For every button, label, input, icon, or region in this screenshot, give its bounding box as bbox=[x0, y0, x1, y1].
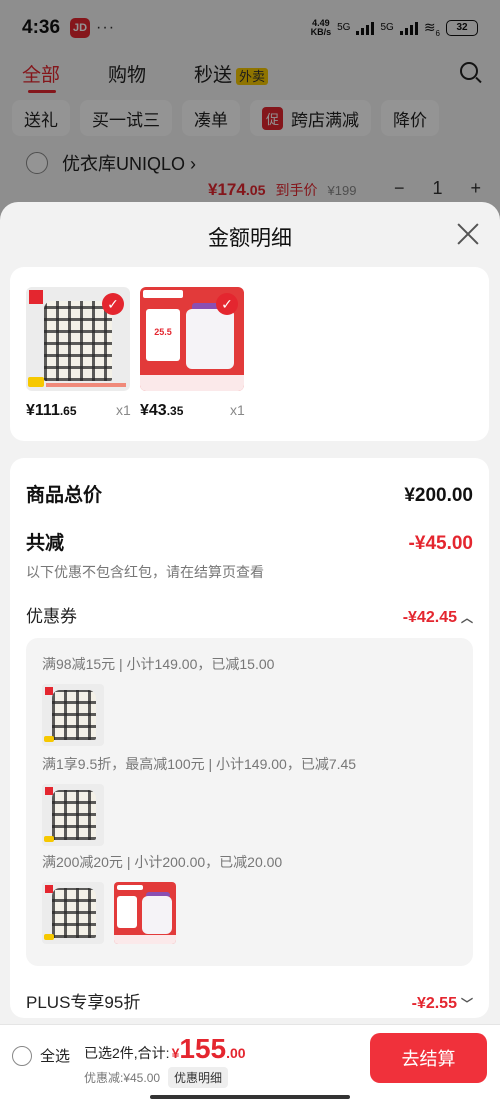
product-item-shirt[interactable]: ✓ ¥111.65 x1 bbox=[26, 287, 131, 419]
total-amount-dec: .00 bbox=[226, 1045, 246, 1061]
total-summary: 已选2件,合计: ¥ 155 .00 bbox=[84, 1033, 246, 1065]
summary-prefix: 已选2件,合计: bbox=[84, 1045, 170, 1061]
plus-discount-value: -¥2.55 ﹀ bbox=[411, 995, 473, 1012]
checkout-button[interactable]: 去结算 bbox=[370, 1033, 487, 1083]
discount-text: 优惠减:¥45.00 bbox=[84, 1071, 161, 1085]
discount-detail-button[interactable]: 优惠明细 bbox=[168, 1067, 229, 1088]
sheet-title: 金额明细 bbox=[208, 227, 292, 250]
discount-summary: 优惠减:¥45.00 优惠明细 bbox=[84, 1067, 229, 1088]
selected-products-card: ✓ ¥111.65 x1 25.5 ✓ ¥43.35 x1 bbox=[10, 267, 489, 441]
total-reduction-label: 共减 bbox=[26, 533, 65, 554]
product-qty: x1 bbox=[230, 402, 245, 418]
product-image-shirt: ✓ bbox=[26, 287, 130, 391]
uniqlo-logo bbox=[29, 290, 43, 304]
coupon-product-thumb bbox=[42, 882, 104, 944]
close-icon[interactable] bbox=[454, 220, 482, 248]
chevron-down-icon: ﹀ bbox=[460, 997, 473, 1011]
checkmark-icon: ✓ bbox=[102, 293, 124, 315]
coupon-row[interactable]: 优惠券 -¥42.45 ︿ bbox=[26, 602, 473, 627]
total-price-row: 商品总价 ¥200.00 bbox=[26, 480, 473, 507]
select-all-radio[interactable] bbox=[12, 1045, 32, 1066]
product-price: ¥111.65 bbox=[26, 402, 77, 419]
coupon-detail-box: 满98减15元 | 小计149.00，已减15.00 满1享9.5折，最高减10… bbox=[26, 638, 473, 966]
total-reduction-row: 共减 -¥45.00 bbox=[26, 528, 473, 555]
coupon-label: 优惠券 bbox=[26, 607, 77, 626]
coupon-product-thumb bbox=[42, 784, 104, 846]
product-image-vitamin: 25.5 ✓ bbox=[140, 287, 244, 391]
checkmark-icon: ✓ bbox=[216, 293, 238, 315]
reduction-note: 以下优惠不包含红包，请在结算页查看 bbox=[26, 564, 264, 580]
total-currency: ¥ bbox=[171, 1045, 180, 1061]
home-indicator bbox=[150, 1095, 350, 1099]
coupon-value: -¥42.45 ︿ bbox=[402, 609, 473, 626]
coupon-line: 满200减20元 | 小计200.00，已减20.00 bbox=[42, 854, 283, 870]
product-price: ¥43.35 bbox=[140, 402, 184, 419]
select-all[interactable]: 全选 bbox=[12, 1045, 70, 1066]
product-qty: x1 bbox=[116, 402, 131, 418]
select-all-label: 全选 bbox=[40, 1048, 71, 1065]
total-price-value: ¥200.00 bbox=[404, 485, 473, 506]
plus-discount-label: PLUS专享95折 bbox=[26, 993, 141, 1012]
plus-discount-row[interactable]: PLUS专享95折 -¥2.55 ﹀ bbox=[26, 988, 473, 1013]
coupon-product-thumb bbox=[114, 882, 176, 944]
amount-detail-sheet: 金额明细 ✓ ¥111.65 x1 25.5 ✓ ¥43.35 x1 商品总价 … bbox=[0, 202, 500, 1111]
total-price-label: 商品总价 bbox=[26, 485, 103, 506]
coupon-product-thumb bbox=[42, 684, 104, 746]
chevron-up-icon: ︿ bbox=[460, 611, 473, 625]
coupon-line: 满98减15元 | 小计149.00，已减15.00 bbox=[42, 656, 275, 672]
price-breakdown-card: 商品总价 ¥200.00 共减 -¥45.00 以下优惠不包含红包，请在结算页查… bbox=[10, 458, 489, 1018]
total-reduction-value: -¥45.00 bbox=[408, 533, 473, 554]
total-amount-int: 155 bbox=[179, 1033, 227, 1064]
coupon-line: 满1享9.5折，最高减100元 | 小计149.00，已减7.45 bbox=[42, 756, 357, 772]
product-item-vitamin[interactable]: 25.5 ✓ ¥43.35 x1 bbox=[140, 287, 245, 419]
